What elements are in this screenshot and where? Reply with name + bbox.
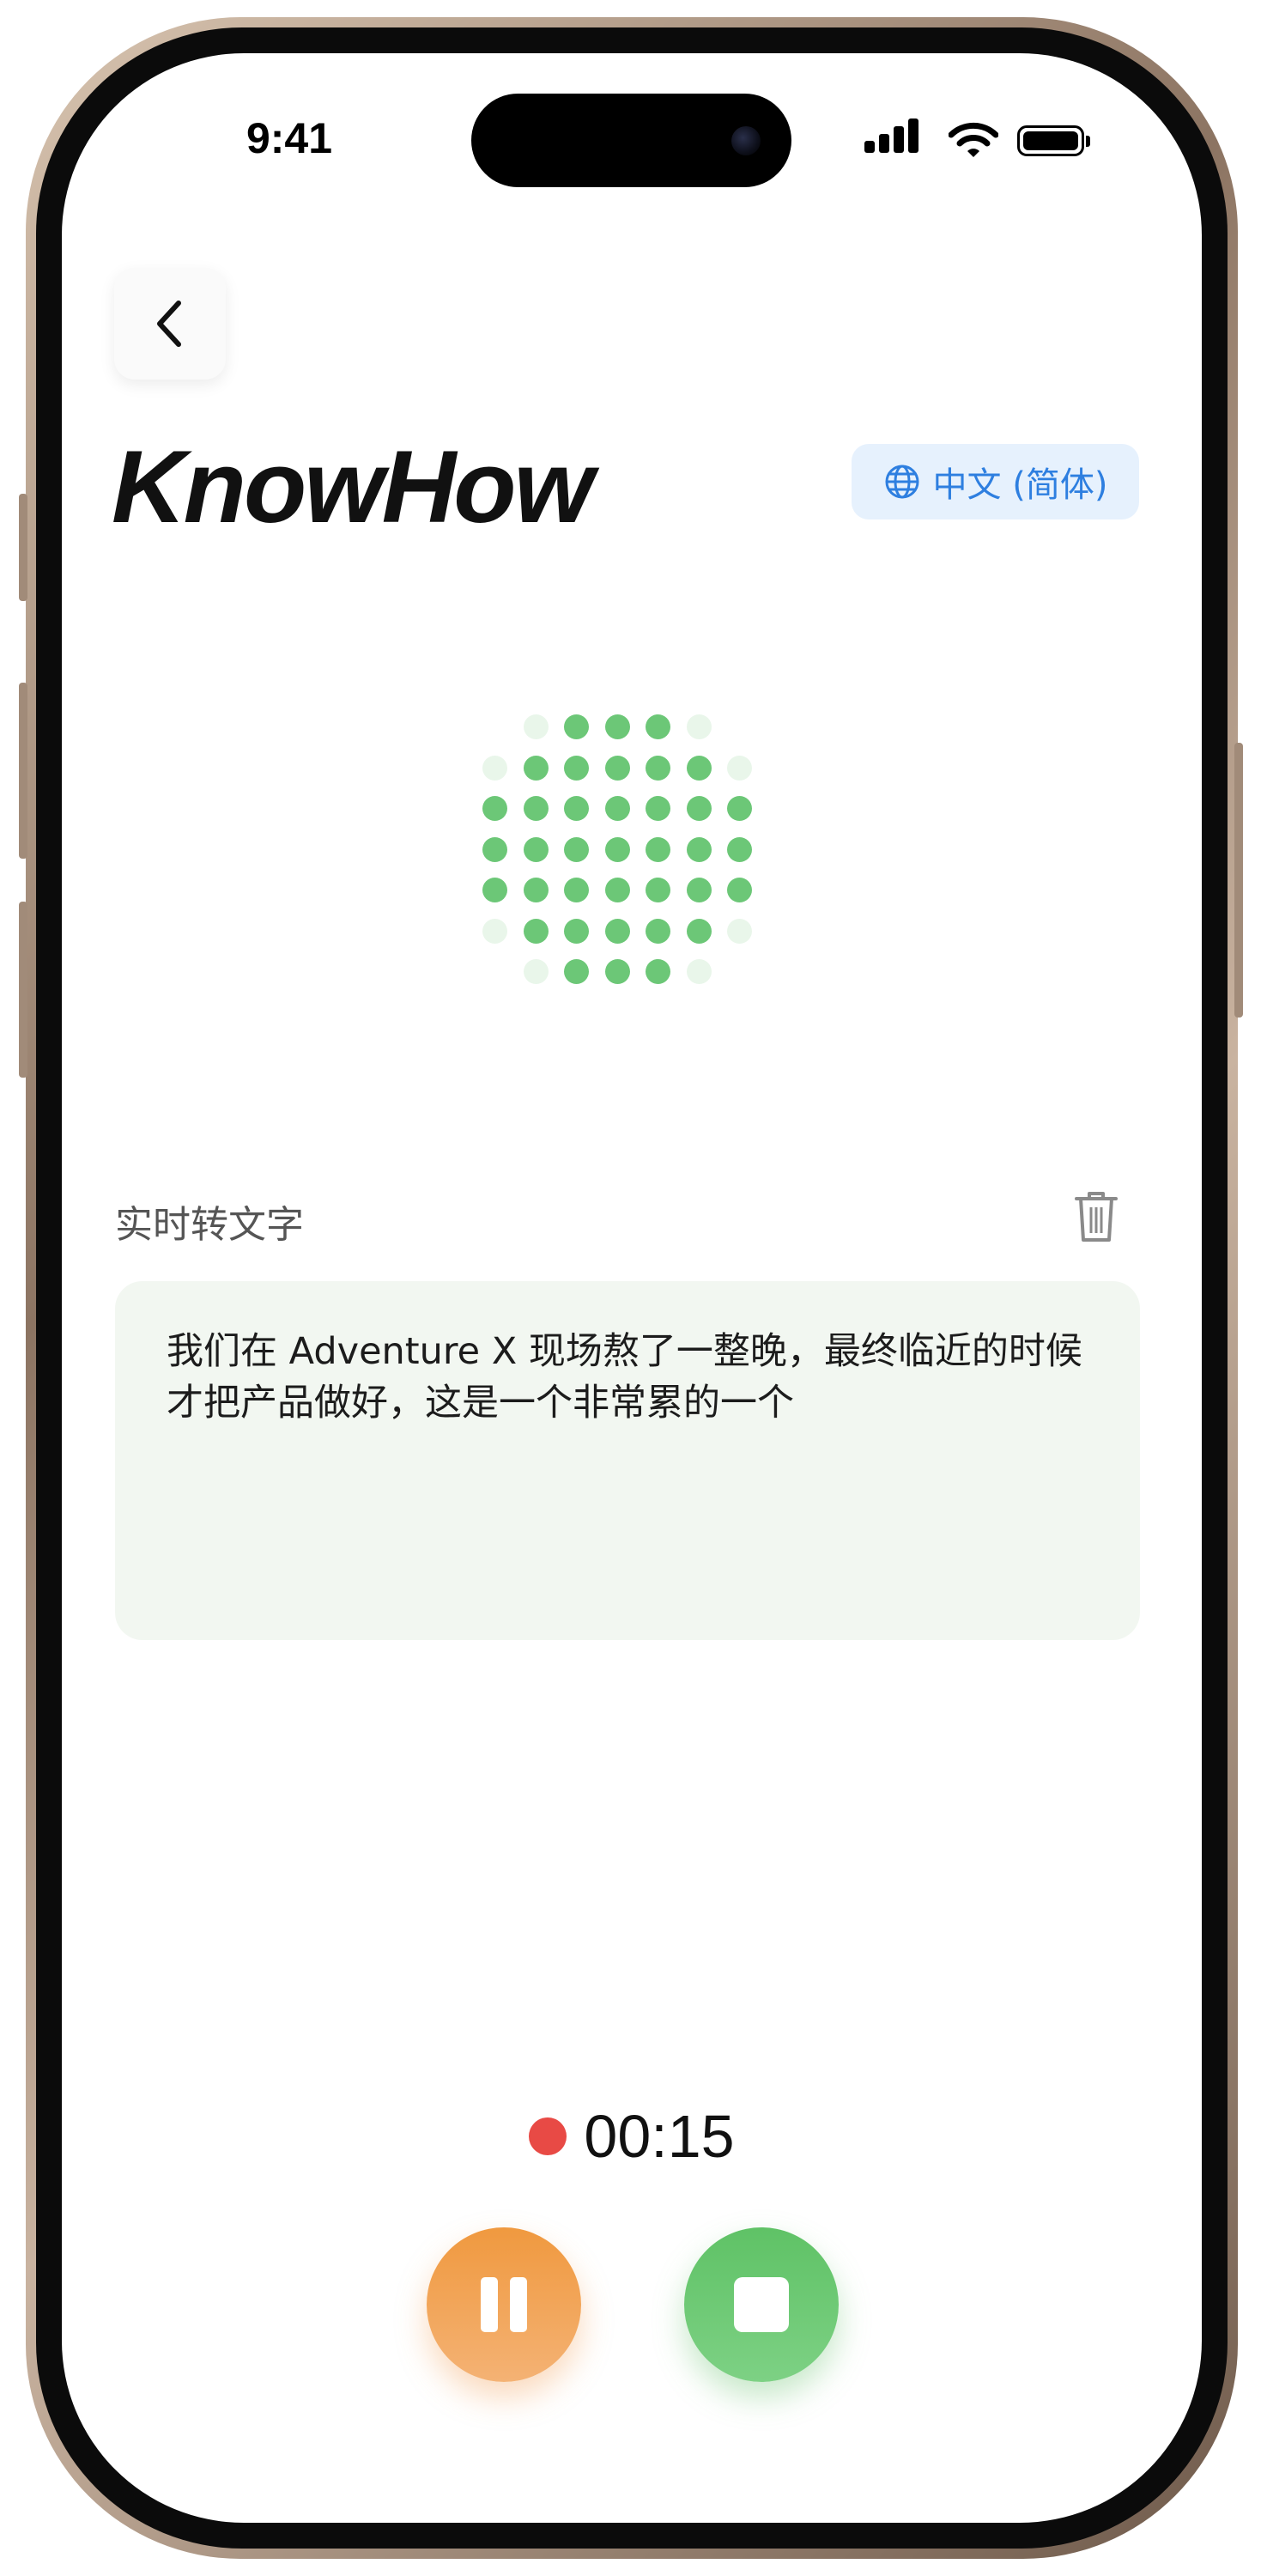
power-button — [1234, 743, 1243, 1018]
transcript-section-label: 实时转文字 — [115, 1203, 304, 1247]
wifi-icon — [949, 122, 998, 157]
visualizer-dot — [523, 714, 549, 739]
home-indicator — [477, 2492, 786, 2502]
visualizer-dot — [646, 959, 670, 984]
visualizer-dot — [604, 878, 630, 902]
visualizer-dot — [727, 755, 752, 781]
dynamic-island — [471, 94, 791, 187]
visualizer-dot — [686, 755, 712, 781]
volume-down-button — [19, 902, 27, 1078]
visualizer-dot — [604, 918, 630, 944]
status-icons — [864, 117, 1096, 160]
back-button[interactable] — [114, 268, 226, 380]
visualizer-dot — [604, 714, 630, 739]
visualizer-dot — [482, 755, 507, 781]
visualizer-dot — [564, 959, 589, 984]
audio-visualizer — [482, 714, 774, 1006]
visualizer-dot — [646, 878, 670, 902]
recording-timer: 00:15 — [62, 2095, 1202, 2178]
chevron-left-icon — [157, 301, 181, 347]
visualizer-dot — [727, 796, 752, 821]
visualizer-dot — [482, 918, 507, 944]
visualizer-dot — [727, 918, 752, 944]
visualizer-dot — [646, 755, 670, 781]
language-label: 中文 (简体) — [932, 465, 1108, 505]
action-button — [19, 494, 27, 601]
visualizer-dot — [523, 755, 549, 781]
visualizer-dot — [523, 959, 549, 984]
recording-indicator-dot — [529, 2117, 567, 2155]
visualizer-dot — [604, 959, 630, 984]
transcript-text: 我们在 Adventure X 现场熬了一整晚，最终临近的时候才把产品做好，这是… — [167, 1330, 1082, 1425]
pause-button[interactable] — [427, 2227, 581, 2382]
visualizer-dot — [727, 836, 752, 862]
stop-button[interactable] — [684, 2227, 839, 2382]
visualizer-dot — [564, 796, 589, 821]
status-time: 9:41 — [246, 114, 333, 162]
visualizer-dot — [727, 878, 752, 902]
volume-up-button — [19, 683, 27, 859]
visualizer-dot — [482, 878, 507, 902]
front-camera — [731, 126, 761, 155]
visualizer-dot — [523, 796, 549, 821]
visualizer-dot — [686, 714, 712, 739]
visualizer-dot — [482, 836, 507, 862]
visualizer-dot — [564, 878, 589, 902]
visualizer-dot — [686, 878, 712, 902]
visualizer-dot — [523, 878, 549, 902]
visualizer-dot — [604, 755, 630, 781]
visualizer-dot — [482, 796, 507, 821]
pause-icon — [481, 2277, 527, 2332]
visualizer-dot — [523, 836, 549, 862]
visualizer-dot — [564, 755, 589, 781]
language-selector-button[interactable]: 中文 (简体) — [852, 444, 1139, 519]
visualizer-dot — [686, 918, 712, 944]
phone-screen: 9:41 KnowHow 中文 (简体) 实时转文字 我们在 Adventure… — [62, 53, 1202, 2523]
transcript-box: 我们在 Adventure X 现场熬了一整晚，最终临近的时候才把产品做好，这是… — [115, 1281, 1140, 1640]
visualizer-dot — [523, 918, 549, 944]
app-title: KnowHow — [112, 429, 594, 544]
visualizer-dot — [564, 918, 589, 944]
visualizer-dot — [646, 796, 670, 821]
cellular-signal-icon — [864, 117, 925, 160]
visualizer-dot — [564, 714, 589, 739]
visualizer-dot — [686, 959, 712, 984]
battery-full-icon — [1017, 125, 1090, 156]
stop-icon — [734, 2277, 789, 2332]
visualizer-dot — [646, 836, 670, 862]
trash-icon[interactable] — [1073, 1188, 1119, 1245]
globe-icon — [885, 465, 919, 499]
visualizer-dot — [686, 836, 712, 862]
recording-elapsed-time: 00:15 — [584, 2103, 735, 2170]
visualizer-dot — [604, 796, 630, 821]
visualizer-dot — [646, 714, 670, 739]
visualizer-dot — [646, 918, 670, 944]
visualizer-dot — [564, 836, 589, 862]
visualizer-dot — [604, 836, 630, 862]
visualizer-dot — [686, 796, 712, 821]
